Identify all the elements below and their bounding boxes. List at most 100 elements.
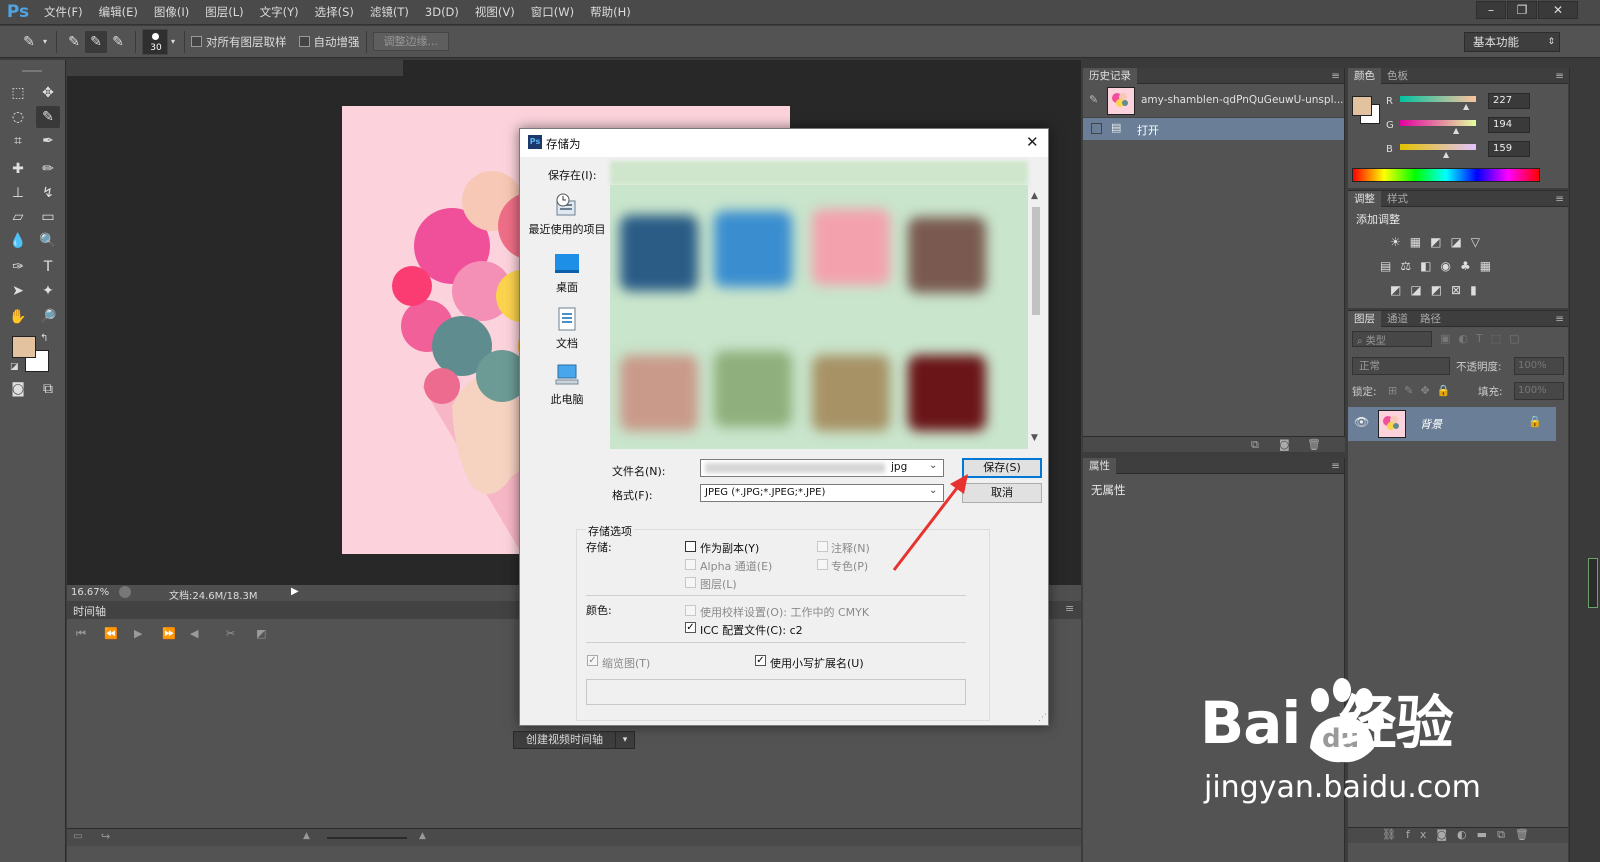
link-layers-icon[interactable]: ⛓	[1382, 828, 1406, 841]
menu-image[interactable]: 图像(I)	[146, 4, 197, 20]
new-layer-icon[interactable]: ⧉	[1497, 828, 1515, 841]
resize-grip-icon[interactable]: ⋰	[1038, 713, 1047, 723]
blur-tool-icon[interactable]: 💧	[6, 230, 30, 252]
swatches-tab[interactable]: 色板	[1381, 68, 1414, 84]
styles-tab[interactable]: 样式	[1381, 191, 1414, 207]
photo-filter-icon[interactable]: ◉	[1440, 259, 1459, 273]
move-tool-icon[interactable]: ✥	[36, 82, 60, 104]
zoom-out-timeline-icon[interactable]: ▲	[303, 831, 310, 841]
b-slider-handle-icon[interactable]: ▲	[1443, 150, 1449, 159]
filter-smart-icon[interactable]: ▢	[1509, 332, 1527, 345]
file-thumbnail[interactable]	[620, 355, 698, 431]
play-icon[interactable]: ▶	[134, 627, 142, 640]
levels-icon[interactable]: ▦	[1410, 235, 1430, 249]
filter-type-icon[interactable]: T	[1476, 332, 1491, 345]
close-window-button[interactable]: ✕	[1538, 1, 1578, 19]
layer-visibility-eye-icon[interactable]: 👁	[1354, 415, 1369, 429]
layer-style-fx-icon[interactable]: fx	[1406, 828, 1436, 841]
color-lookup-icon[interactable]: ▦	[1480, 259, 1500, 273]
lock-pixels-icon[interactable]: ✎	[1404, 384, 1420, 397]
color-fg-swatch[interactable]	[1352, 96, 1372, 116]
crop-tool-icon[interactable]: ⌗	[6, 130, 30, 152]
menu-file[interactable]: 文件(F)	[36, 4, 91, 20]
dialog-close-icon[interactable]: ✕	[1026, 133, 1039, 151]
file-thumbnail[interactable]	[620, 215, 698, 291]
file-thumbnail[interactable]	[908, 355, 986, 431]
history-step-open[interactable]: ▤ 打开	[1083, 118, 1344, 140]
hue-saturation-icon[interactable]: ▤	[1380, 259, 1400, 273]
render-video-icon[interactable]: ↪	[101, 830, 110, 843]
minimize-button[interactable]: –	[1476, 1, 1506, 19]
lock-position-icon[interactable]: ✥	[1420, 384, 1436, 397]
delete-state-icon[interactable]: 🗑	[1307, 438, 1321, 451]
clone-stamp-tool-icon[interactable]: ⊥	[6, 182, 30, 204]
scroll-up-icon[interactable]: ▲	[1031, 191, 1038, 201]
file-thumbnail[interactable]	[714, 211, 792, 287]
screen-mode-icon[interactable]: ⧉	[36, 378, 60, 400]
create-video-timeline-button[interactable]: 创建视频时间轴	[514, 732, 616, 748]
history-brush-tool-icon[interactable]: ↯	[36, 182, 60, 204]
threshold-icon[interactable]: ◩	[1431, 283, 1451, 297]
document-tab[interactable]	[67, 60, 403, 76]
layer-row-background[interactable]: 👁 背景 🔒	[1348, 407, 1556, 441]
layers-tab[interactable]: 图层	[1348, 310, 1381, 327]
brightness-icon[interactable]: ☀	[1390, 235, 1410, 249]
dodge-tool-icon[interactable]: 🔍	[36, 230, 60, 252]
filter-shape-icon[interactable]: ⬚	[1491, 332, 1509, 345]
history-tab[interactable]: 历史记录	[1083, 67, 1137, 84]
subtract-selection-icon[interactable]: ✎	[107, 31, 129, 53]
path-selection-tool-icon[interactable]: ➤	[6, 280, 30, 302]
refine-edge-button[interactable]: 调整边缘...	[372, 32, 449, 51]
menu-filter[interactable]: 滤镜(T)	[362, 4, 417, 20]
place-desktop[interactable]: 桌面	[524, 251, 610, 295]
annotations-checkbox[interactable]	[817, 541, 828, 552]
tool-preset-dropdown-icon[interactable]: ▾	[40, 31, 50, 53]
zoom-tool-icon[interactable]: 🔎	[36, 306, 60, 328]
convert-frame-icon[interactable]: ▭	[73, 831, 82, 842]
layer-name[interactable]: 背景	[1420, 416, 1442, 432]
zoom-in-timeline-icon[interactable]: ▲	[419, 831, 426, 841]
file-list[interactable]	[610, 185, 1028, 449]
new-selection-icon[interactable]: ✎	[63, 31, 85, 53]
tools-grip[interactable]	[22, 70, 42, 72]
layer-filter-select[interactable]: ⌕ 类型	[1352, 331, 1432, 347]
icc-profile-checkbox[interactable]	[685, 622, 696, 633]
marquee-tool-icon[interactable]: ⬚	[6, 82, 30, 104]
color-spectrum-ramp[interactable]	[1352, 168, 1540, 182]
type-tool-icon[interactable]: T	[36, 256, 60, 278]
new-snapshot-icon[interactable]: ◙	[1279, 438, 1290, 451]
menu-type[interactable]: 文字(Y)	[252, 4, 307, 20]
pen-tool-icon[interactable]: ✑	[6, 256, 30, 278]
color-balance-icon[interactable]: ⚖	[1400, 259, 1420, 273]
b-slider[interactable]	[1400, 144, 1476, 150]
next-frame-icon[interactable]: ⏩	[162, 627, 176, 640]
properties-menu-icon[interactable]: ≡	[1331, 460, 1344, 472]
layer-lock-icon[interactable]: 🔒	[1528, 415, 1542, 428]
add-mask-icon[interactable]: ◙	[1436, 828, 1457, 841]
menu-help[interactable]: 帮助(H)	[582, 4, 639, 20]
file-thumbnail[interactable]	[812, 355, 890, 431]
swap-colors-icon[interactable]: ↰	[40, 333, 48, 344]
restore-button[interactable]: ❐	[1507, 1, 1537, 19]
b-value-input[interactable]: 159	[1488, 141, 1530, 157]
file-list-scrollbar[interactable]: ▲ ▼	[1028, 189, 1044, 449]
exposure-icon[interactable]: ◪	[1450, 235, 1470, 249]
hand-tool-icon[interactable]: ✋	[6, 306, 30, 328]
file-thumbnail[interactable]	[908, 217, 986, 293]
new-adjustment-layer-icon[interactable]: ◐	[1457, 828, 1477, 841]
lasso-tool-icon[interactable]: ◌	[6, 106, 30, 128]
workspace-selector[interactable]: 基本功能 ⇕	[1464, 32, 1560, 52]
first-frame-icon[interactable]: ⏮	[76, 627, 86, 641]
fill-input[interactable]: 100%	[1514, 382, 1564, 400]
new-document-from-state-icon[interactable]: ⧉	[1251, 438, 1259, 452]
blend-mode-select[interactable]: 正常	[1352, 357, 1450, 375]
adjustments-tab[interactable]: 调整	[1348, 190, 1381, 207]
vibrance-icon[interactable]: ▽	[1471, 235, 1489, 249]
color-menu-icon[interactable]: ≡	[1555, 70, 1568, 82]
healing-brush-tool-icon[interactable]: ✚	[6, 158, 30, 180]
delete-layer-icon[interactable]: 🗑	[1515, 828, 1539, 841]
properties-tab[interactable]: 属性	[1083, 457, 1116, 474]
timeline-zoom-slider[interactable]	[327, 837, 407, 839]
foreground-color-swatch[interactable]	[12, 336, 36, 358]
invert-icon[interactable]: ◩	[1390, 283, 1410, 297]
